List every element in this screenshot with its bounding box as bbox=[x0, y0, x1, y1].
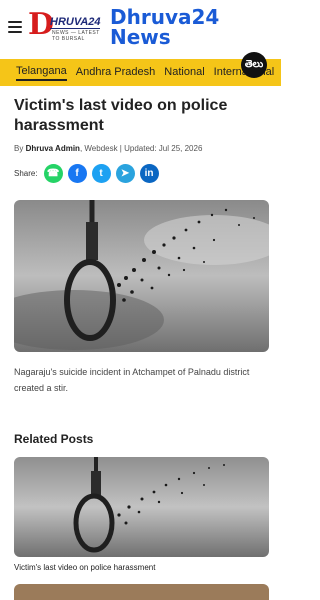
logo-text: HRUVA24 bbox=[50, 16, 101, 28]
article-title: Victim's last video on police harassment bbox=[14, 97, 228, 134]
telegram-icon[interactable]: ➤ bbox=[115, 164, 135, 183]
twitter-icon[interactable]: t bbox=[91, 164, 111, 183]
nav-item-national[interactable]: National bbox=[164, 66, 204, 80]
logo-divider bbox=[50, 28, 100, 29]
share-label: Share: bbox=[14, 169, 38, 178]
author-link[interactable]: Dhruva Admin bbox=[26, 144, 80, 153]
brand-line-2: News bbox=[110, 25, 171, 49]
related-post-image-2[interactable] bbox=[14, 584, 269, 600]
related-post-title[interactable]: Victim's last video on police harassment bbox=[14, 563, 155, 572]
article-meta: By Dhruva Admin, Webdesk | Updated: Jul … bbox=[14, 144, 269, 153]
category-nav: Telangana Andhra Pradesh National Intern… bbox=[0, 59, 281, 86]
site-header: D HRUVA24 NEWS — LATEST TO BURSAL Dhruva… bbox=[0, 0, 281, 54]
facebook-icon[interactable]: f bbox=[67, 164, 87, 183]
meta-details: , Webdesk | Updated: Jul 25, 2026 bbox=[79, 144, 203, 153]
brand-name[interactable]: Dhruva24 News bbox=[110, 7, 219, 47]
article-header: Victim's last video on police harassment… bbox=[14, 96, 269, 183]
related-post-image[interactable] bbox=[14, 457, 269, 557]
site-logo[interactable]: D HRUVA24 NEWS — LATEST TO BURSAL bbox=[28, 10, 106, 44]
related-posts-heading: Related Posts bbox=[14, 432, 94, 446]
image-caption: Nagaraju's suicide incident in Atchampet… bbox=[14, 367, 250, 393]
article-hero-image bbox=[14, 200, 269, 352]
brand-line-1: Dhruva24 bbox=[110, 5, 220, 29]
whatsapp-icon[interactable]: ☎ bbox=[43, 164, 63, 183]
logo-tagline: NEWS — LATEST TO BURSAL bbox=[52, 30, 100, 42]
language-toggle-button[interactable]: తెలు bbox=[241, 52, 267, 78]
nav-item-telangana[interactable]: Telangana bbox=[16, 65, 67, 81]
meta-prefix: By bbox=[14, 144, 26, 153]
share-bar: Share: ☎ f t ➤ in bbox=[14, 164, 269, 183]
menu-icon[interactable] bbox=[8, 21, 22, 33]
linkedin-icon[interactable]: in bbox=[139, 164, 159, 183]
nav-item-andhra-pradesh[interactable]: Andhra Pradesh bbox=[76, 66, 156, 80]
